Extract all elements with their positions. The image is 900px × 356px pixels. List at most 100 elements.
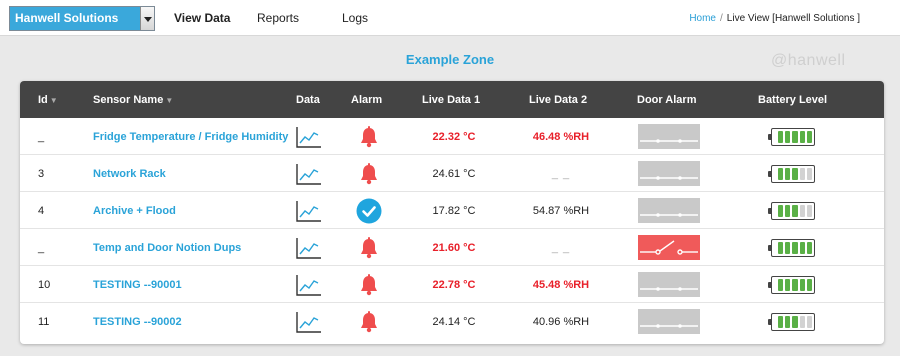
battery-segment [799,315,805,328]
column-header-sensor-name[interactable]: Sensor Name ▼ [93,94,173,106]
door-switch-icon [638,161,700,186]
bell-icon[interactable] [355,155,383,192]
column-header-data: Data [296,94,320,106]
chart-icon[interactable] [296,118,322,155]
table-row: _ Fridge Temperature / Fridge Humidity 22.… [20,118,884,155]
sensor-id: 11 [38,315,50,328]
door-switch-icon [638,235,700,260]
chart-icon[interactable] [296,155,322,192]
battery-segment [806,241,813,254]
breadcrumb: Home / Live View [Hanwell Solutions ] [689,13,860,24]
battery-segment [778,241,784,254]
battery-segment [778,278,784,291]
column-header-battery-level: Battery Level [758,94,828,106]
battery-segment [785,167,791,180]
live-data-1-value: 21.60 °C [432,241,476,254]
bell-icon[interactable] [355,229,383,266]
top-navigation-bar: Hanwell Solutions View Data Reports Logs… [0,0,900,36]
door-alarm-indicator [638,266,700,303]
sensor-name-link[interactable]: Network Rack [93,155,166,192]
door-switch-icon [638,272,700,297]
battery-segment [806,204,813,217]
door-switch-icon [638,198,700,223]
battery-segment [792,204,798,217]
table-row: 11 TESTING --90002 24.14 °C 40.96 %RH [20,303,884,340]
battery-segment [792,241,798,254]
battery-segment [792,315,798,328]
sort-icon[interactable]: ▼ [165,96,173,105]
battery-icon [768,312,815,331]
sensor-name-link[interactable]: Archive + Flood [93,192,176,229]
chart-icon[interactable] [296,266,322,303]
battery-segment [785,241,791,254]
battery-segment [792,278,798,291]
column-header-live-data-2: Live Data 2 [529,94,588,106]
battery-segment [785,204,791,217]
sensor-name-link[interactable]: TESTING --90001 [93,266,182,303]
chart-icon[interactable] [296,192,322,229]
table-body: _ Fridge Temperature / Fridge Humidity 22.… [20,118,884,340]
door-switch-icon [638,309,700,334]
battery-segment [778,315,784,328]
battery-icon [768,164,815,183]
live-data-1-value: 24.14 °C [432,315,476,328]
battery-segment [792,167,798,180]
bell-icon[interactable] [355,118,383,155]
sort-icon[interactable]: ▼ [50,96,58,105]
organisation-select[interactable]: Hanwell Solutions [9,6,155,31]
battery-segment [799,130,805,143]
live-data-1-value: 17.82 °C [432,204,476,217]
battery-segment [785,278,791,291]
sensor-id: 10 [38,278,51,291]
table-header: Id ▼ Sensor Name ▼ Data Alarm Live Data 1 … [20,81,884,118]
sensor-name-link[interactable]: Fridge Temperature / Fridge Humidity [93,118,288,155]
sensor-name-link[interactable]: Temp and Door Notion Dups [93,229,241,266]
organisation-select-value[interactable]: Hanwell Solutions [10,7,140,30]
bell-icon[interactable] [355,303,383,340]
battery-segment [806,130,813,143]
door-alarm-indicator [638,192,700,229]
battery-icon [768,275,815,294]
nav-logs[interactable]: Logs [342,11,368,25]
battery-level [768,155,817,192]
battery-icon [768,201,815,220]
battery-segment [806,167,813,180]
battery-level [768,266,817,303]
nav-reports[interactable]: Reports [257,11,299,25]
chart-icon[interactable] [296,303,322,340]
battery-segment [799,167,805,180]
live-data-2-value: 54.87 %RH [532,204,590,217]
battery-level [768,229,817,266]
live-data-2-value: 40.96 %RH [532,315,590,328]
battery-segment [792,130,798,143]
live-data-2-value: 45.48 %RH [532,278,590,291]
door-alarm-indicator [638,118,700,155]
battery-segment [785,315,791,328]
chevron-down-icon[interactable] [140,7,154,30]
sensor-id: 3 [38,167,45,180]
battery-segment [785,130,791,143]
chart-icon[interactable] [296,229,322,266]
nav-view-data[interactable]: View Data [174,11,230,25]
sensor-id: 4 [38,204,45,217]
door-alarm-indicator [638,155,700,192]
breadcrumb-home-link[interactable]: Home [689,13,716,24]
breadcrumb-current: Live View [Hanwell Solutions ] [726,13,860,24]
door-alarm-indicator [638,229,700,266]
sensor-name-link[interactable]: TESTING --90002 [93,303,182,340]
battery-segment [799,278,805,291]
sensor-table: Id ▼ Sensor Name ▼ Data Alarm Live Data 1 … [20,81,884,344]
live-data-2-value: 46.48 %RH [532,130,590,143]
bell-icon[interactable] [355,266,383,303]
door-alarm-indicator [638,303,700,340]
check-icon[interactable] [355,192,383,229]
battery-level [768,303,817,340]
zone-title: Example Zone [405,52,495,67]
watermark: @hanwell [771,52,846,69]
sensor-id: _ [38,241,45,254]
table-row: 3 Network Rack 24.61 °C _ _ [20,155,884,192]
column-header-id[interactable]: Id ▼ [38,94,58,106]
column-header-alarm: Alarm [351,94,383,106]
table-row: 4 Archive + Flood 17.82 °C 54.87 %RH [20,192,884,229]
column-header-live-data-1: Live Data 1 [422,94,481,106]
